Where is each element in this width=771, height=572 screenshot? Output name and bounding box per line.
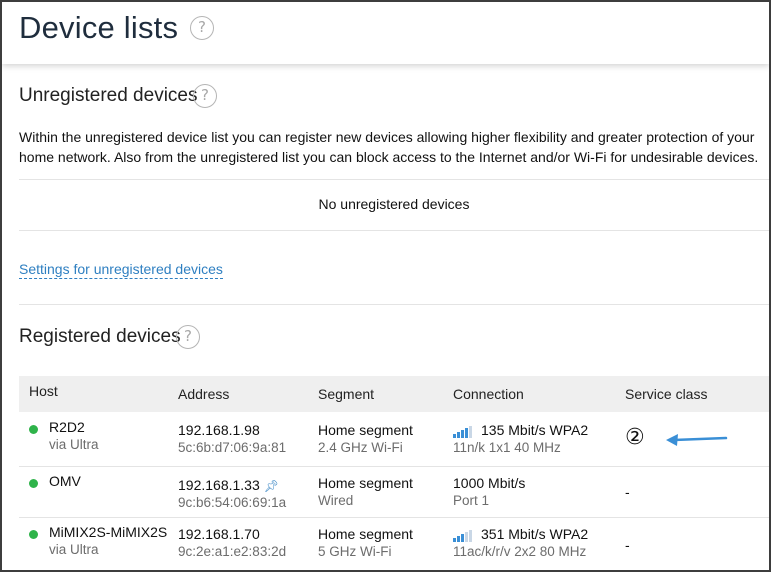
host-cell: MiMIX2S-MiMIX2S via Ultra: [49, 524, 167, 557]
column-header-service-class[interactable]: Service class: [625, 386, 707, 402]
table-header: Host Address Segment Connection Service …: [19, 376, 769, 412]
column-header-address[interactable]: Address: [178, 386, 229, 402]
unregistered-settings-link[interactable]: Settings for unregistered devices: [19, 261, 223, 279]
help-icon[interactable]: ?: [190, 16, 214, 40]
connection-speed: 135 Mbit/s WPA2: [481, 422, 589, 438]
connection-cell: 135 Mbit/s WPA2 11n/k 1x1 40 MHz: [453, 422, 588, 455]
service-class-value[interactable]: ②: [625, 425, 645, 450]
connection-speed: 351 Mbit/s WPA2: [481, 526, 589, 542]
segment-name: Home segment: [318, 422, 413, 438]
page-title: Device lists: [19, 10, 179, 45]
segment-cell: Home segment Wired: [318, 475, 413, 508]
connection-details: 11n/k 1x1 40 MHz: [453, 440, 561, 455]
host-name[interactable]: OMV: [49, 473, 81, 489]
address-cell: 192.168.1.33 📌︎ 9c:b6:54:06:69:1a: [178, 477, 286, 510]
ip-address: 192.168.1.98: [178, 422, 260, 438]
registered-section-title: Registered devices: [19, 326, 181, 347]
host-cell: R2D2 via Ultra: [49, 419, 99, 452]
unregistered-section-title: Unregistered devices: [19, 85, 198, 106]
unregistered-description: Within the unregistered device list you …: [19, 129, 759, 165]
divider: [19, 230, 769, 231]
service-class-value[interactable]: -: [625, 484, 630, 500]
connection-details: Port 1: [453, 493, 490, 508]
table-row[interactable]: R2D2 via Ultra 192.168.1.98 5c:6b:d7:06:…: [19, 412, 769, 467]
online-status-dot: [29, 479, 38, 488]
segment-type: 2.4 GHz Wi-Fi: [318, 440, 403, 455]
connection-cell: 351 Mbit/s WPA2 11ac/k/r/v 2x2 80 MHz: [453, 526, 588, 559]
segment-type: 5 GHz Wi-Fi: [318, 544, 392, 559]
host-via: via Ultra: [49, 437, 99, 452]
segment-name: Home segment: [318, 526, 413, 542]
service-class-value[interactable]: -: [625, 537, 630, 553]
connection-cell: 1000 Mbit/s Port 1: [453, 475, 525, 508]
column-header-segment[interactable]: Segment: [318, 386, 374, 402]
connection-speed: 1000 Mbit/s: [453, 475, 526, 491]
segment-type: Wired: [318, 493, 354, 508]
segment-cell: Home segment 5 GHz Wi-Fi: [318, 526, 413, 559]
address-cell: 192.168.1.70 9c:2e:a1:e2:83:2d: [178, 526, 286, 559]
mac-address: 5c:6b:d7:06:9a:81: [178, 440, 287, 455]
host-name[interactable]: R2D2: [49, 419, 85, 435]
help-icon[interactable]: ?: [193, 84, 217, 108]
empty-state-message: No unregistered devices: [318, 196, 470, 212]
wifi-signal-icon: [453, 422, 473, 438]
segment-cell: Home segment 2.4 GHz Wi-Fi: [318, 422, 413, 455]
host-name[interactable]: MiMIX2S-MiMIX2S: [49, 524, 167, 540]
mac-address: 9c:2e:a1:e2:83:2d: [178, 544, 287, 559]
table-row[interactable]: OMV 192.168.1.33 📌︎ 9c:b6:54:06:69:1a Hom…: [19, 467, 769, 518]
help-icon[interactable]: ?: [176, 325, 200, 349]
online-status-dot: [29, 425, 38, 434]
app-window: Device lists ? Unregistered devices ? Wi…: [0, 0, 771, 572]
ip-address: 192.168.1.70: [178, 526, 260, 542]
host-via: via Ultra: [49, 542, 99, 557]
registered-devices-table: Host Address Segment Connection Service …: [19, 376, 769, 570]
connection-details: 11ac/k/r/v 2x2 80 MHz: [453, 544, 587, 559]
segment-name: Home segment: [318, 475, 413, 491]
column-header-host[interactable]: Host: [29, 383, 58, 399]
divider: [19, 304, 769, 305]
host-cell: OMV: [49, 473, 81, 489]
divider: [19, 179, 769, 180]
pin-icon: 📌︎: [263, 479, 279, 493]
ip-address: 192.168.1.33: [178, 477, 260, 493]
column-header-connection[interactable]: Connection: [453, 386, 524, 402]
wifi-signal-icon: [453, 526, 473, 542]
online-status-dot: [29, 530, 38, 539]
annotation-arrow-icon: [666, 434, 728, 446]
address-cell: 192.168.1.98 5c:6b:d7:06:9a:81: [178, 422, 286, 455]
table-row[interactable]: MiMIX2S-MiMIX2S via Ultra 192.168.1.70 9…: [19, 518, 769, 570]
page-header: Device lists ?: [2, 2, 769, 64]
mac-address: 9c:b6:54:06:69:1a: [178, 495, 287, 510]
